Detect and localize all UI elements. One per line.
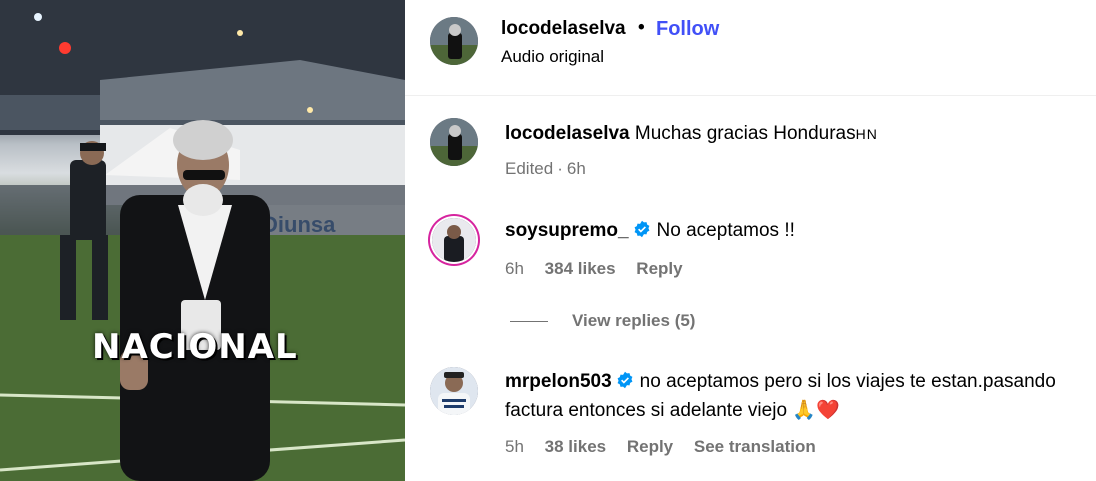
comment-meta: 6h 384 likes Reply — [505, 259, 699, 279]
post-video[interactable]: Diunsa NACIONAL — [0, 0, 405, 481]
comment-time: 6h — [505, 259, 524, 278]
separator-dot: • — [638, 17, 645, 38]
verified-badge-icon — [634, 220, 649, 238]
commenter-username[interactable]: soysupremo_ — [505, 220, 629, 241]
reply-button[interactable]: Reply — [636, 259, 682, 278]
author-username[interactable]: locodelaselva — [501, 18, 626, 40]
view-replies-button[interactable]: View replies (5) — [510, 311, 695, 331]
audio-link[interactable]: Audio original — [501, 47, 604, 67]
see-translation-button[interactable]: See translation — [694, 437, 816, 456]
reply-button[interactable]: Reply — [627, 437, 673, 456]
comment-text: Muchas gracias HondurasHN — [634, 123, 878, 144]
comment-body: soysupremo_ No aceptamos !! — [505, 217, 1065, 245]
comment-time: 6h — [566, 159, 586, 178]
view-replies-label: View replies (5) — [572, 311, 696, 330]
comment-body: locodelaselva Muchas gracias HondurasHN — [505, 120, 1065, 148]
follow-button[interactable]: Follow — [656, 18, 719, 41]
replies-divider-line — [510, 321, 548, 323]
commenter-username[interactable]: mrpelon503 — [505, 371, 612, 392]
edited-label: Edited — [505, 159, 554, 178]
commenter-avatar[interactable] — [430, 118, 478, 166]
video-overlay-text: NACIONAL — [92, 327, 298, 367]
likes-count[interactable]: 38 likes — [545, 437, 606, 456]
comment-meta: Edited · 6h — [505, 159, 602, 179]
commenter-username[interactable]: locodelaselva — [505, 123, 630, 144]
likes-count[interactable]: 384 likes — [545, 259, 616, 278]
comment-body: mrpelon503 no aceptamos pero si los viaje… — [505, 368, 1065, 425]
verified-badge-icon — [617, 371, 633, 389]
author-avatar[interactable] — [430, 17, 478, 65]
commenter-avatar[interactable] — [430, 367, 478, 415]
emoji-pray-heart: 🙏❤️ — [792, 399, 840, 421]
comments-panel: locodelaselva • Follow Audio original lo… — [405, 0, 1096, 481]
comment-time: 5h — [505, 437, 524, 456]
comment-text: No aceptamos !! — [656, 220, 795, 241]
flag-hn: HN — [855, 126, 878, 142]
commenter-avatar-story-ring[interactable] — [432, 218, 476, 262]
comment-meta: 5h 38 likes Reply See translation — [505, 437, 832, 457]
video-frame: Diunsa — [0, 0, 405, 481]
meta-dot: · — [557, 159, 563, 178]
post-header: locodelaselva • Follow Audio original — [405, 0, 1096, 96]
